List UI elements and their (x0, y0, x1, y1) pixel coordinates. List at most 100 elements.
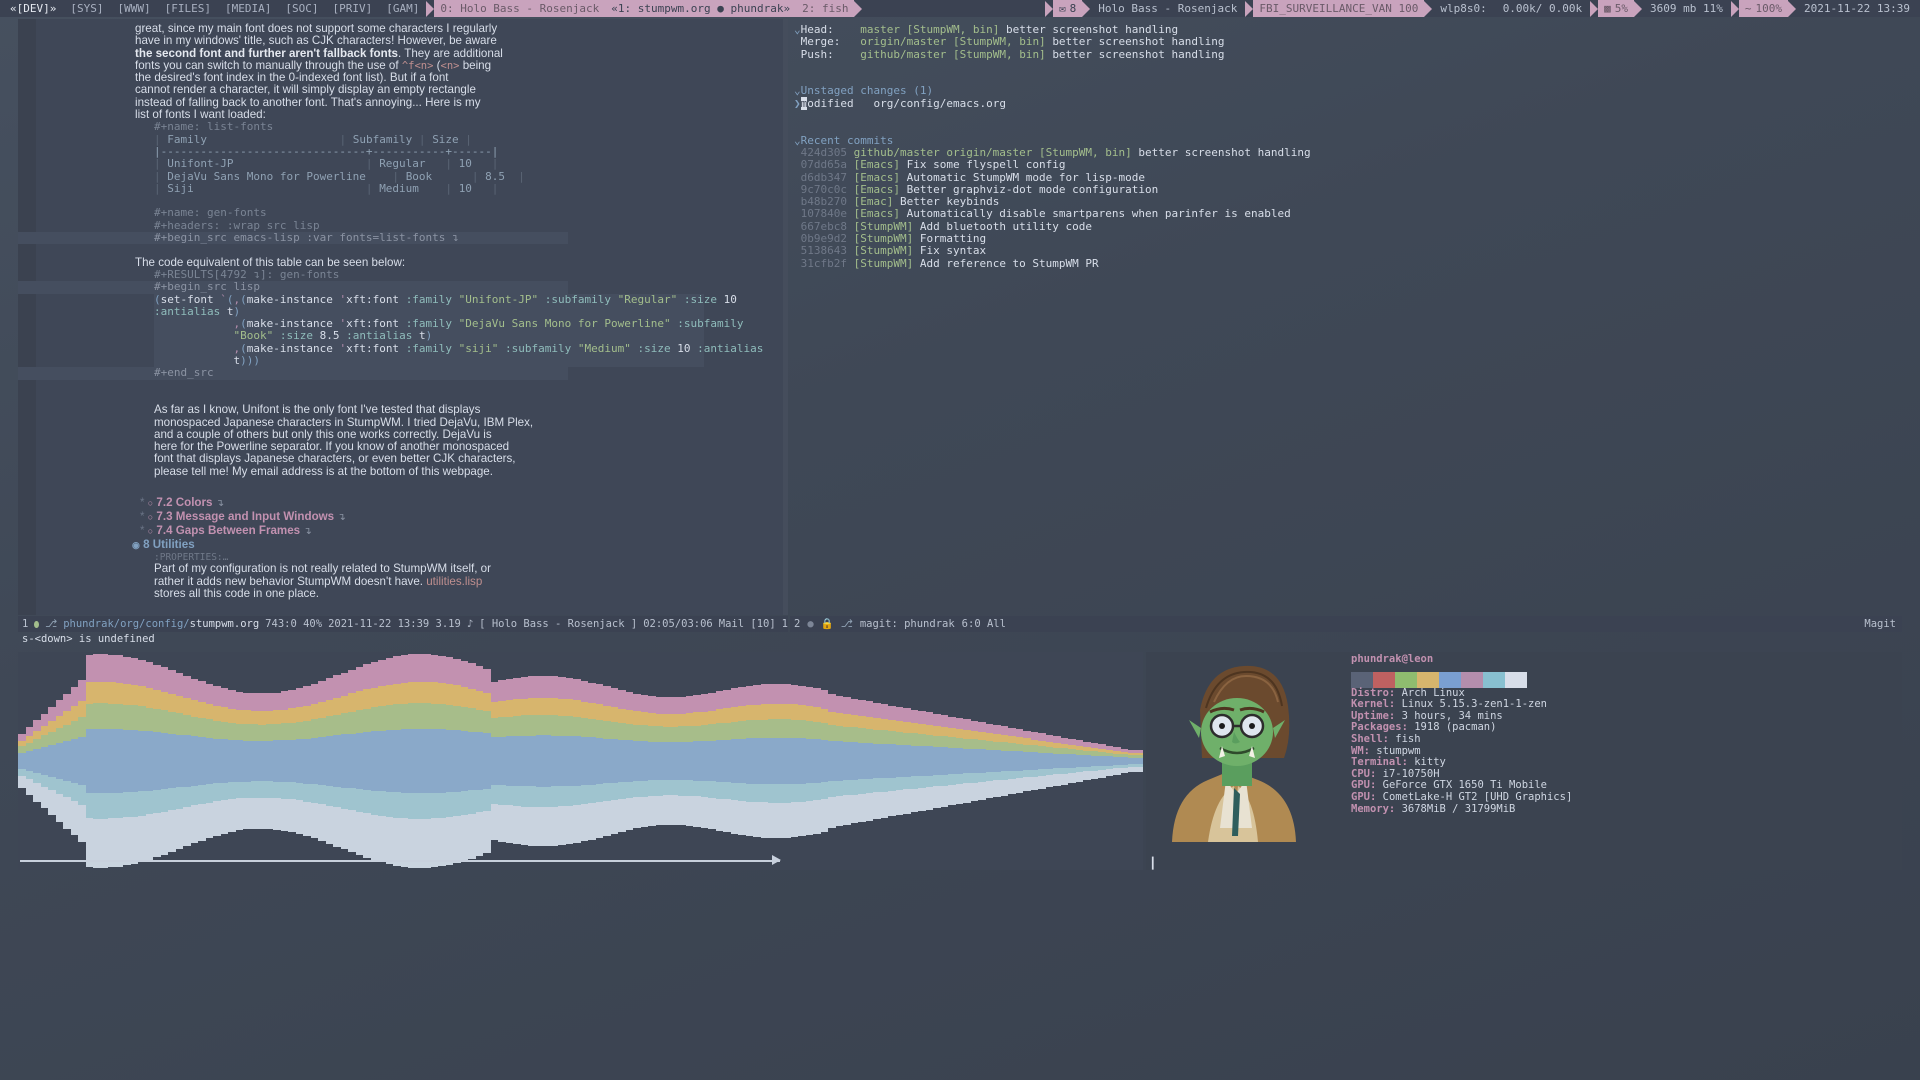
prose-line-with-link: rather it adds new behavior StumpWM does… (18, 574, 788, 588)
magit-branch[interactable]: origin/master (860, 35, 946, 48)
visualizer-bar (138, 652, 146, 870)
lisp-source-block[interactable]: (set-font `(,(make-instance 'xft:font :f… (154, 293, 763, 368)
visualizer-bar (1128, 652, 1136, 870)
org-heading-7-4-gaps[interactable]: * ○ 7.4 Gaps Between Frames ↴ (18, 524, 788, 538)
visualizer-bar (1098, 652, 1106, 870)
workspace-priv[interactable]: [PRIV] (325, 0, 379, 17)
magit-push-row[interactable]: Push: github/master [StumpWM, bin] bette… (790, 48, 1902, 61)
workspace-sys[interactable]: [SYS] (63, 0, 110, 17)
cpu-indicator[interactable]: ▩ 5% (1590, 0, 1643, 17)
neofetch-value: i7-10750H (1382, 767, 1440, 780)
org-begin-src-elisp: #+begin_src emacs-lisp :var fonts=list-f… (18, 231, 568, 245)
org-heading-7-2-colors[interactable]: * ○ 7.2 Colors ↴ (18, 496, 788, 510)
echo-area: s-<down> is undefined (22, 633, 155, 645)
workspace-dev[interactable]: «[DEV]» (3, 0, 63, 17)
stumpwm-mode-line: «[DEV]» [SYS] [WWW] [FILES] [MEDIA] [SOC… (0, 0, 1920, 17)
magit-branch[interactable]: github/master (860, 48, 946, 61)
th-family: Family (167, 132, 207, 146)
window-item-0[interactable]: 0: Holo Bass - Rosenjack (434, 0, 606, 17)
magit-status-window[interactable]: ⌄Head: master [StumpWM, bin] better scre… (790, 19, 1902, 615)
visualizer-bar (625, 652, 633, 870)
window-list[interactable]: 0: Holo Bass - Rosenjack «1: stumpwm.org… (426, 0, 863, 17)
visualizer-bar (220, 652, 228, 870)
modeline-mail[interactable]: Mail [10] (719, 616, 776, 632)
visualizer-bar (618, 652, 626, 870)
workspace-files[interactable]: [FILES] (158, 0, 218, 17)
visualizer-bar (730, 652, 738, 870)
mail-segment[interactable]: ✉ 8 (1053, 0, 1083, 17)
visualizer-bar (700, 652, 708, 870)
visualizer-bar (288, 652, 296, 870)
visualizer-bar (813, 652, 821, 870)
magit-position: 6:0 All (961, 618, 1006, 630)
commit-row[interactable]: 31cfb2f [StumpWM] Add reference to Stump… (790, 257, 1902, 270)
workspace-group-list[interactable]: «[DEV]» [SYS] [WWW] [FILES] [MEDIA] [SOC… (0, 0, 426, 17)
chevron-down-icon[interactable]: ⌄ (794, 23, 801, 36)
neofetch-key: Distro: (1351, 686, 1396, 699)
visualizer-bar (295, 652, 303, 870)
mail-indicator[interactable]: ✉ 8 (1045, 0, 1091, 17)
magit-buffer-name[interactable]: magit: phundrak (860, 616, 955, 632)
visualizer-bar (498, 652, 506, 870)
workspace-gam[interactable]: [GAM] (379, 0, 426, 17)
utilities-lisp-link[interactable]: utilities.lisp (426, 575, 482, 588)
visualizer-bar (550, 652, 558, 870)
visualizer-bar (588, 652, 596, 870)
neofetch-terminal-window[interactable]: phundrak@leon Distro: Arch Linux Kernel:… (1146, 652, 1902, 870)
visualizer-bar (828, 652, 836, 870)
workspace-media[interactable]: [MEDIA] (218, 0, 278, 17)
visualizer-bar (460, 652, 468, 870)
bold-warning: the second font and further aren't fallb… (135, 46, 398, 60)
window-item-2[interactable]: 2: fish (796, 0, 855, 17)
visualizer-bar (805, 652, 813, 870)
commit-hash: 107840e (800, 207, 847, 221)
wifi-ssid[interactable]: FBI_SURVEILLANCE_VAN 100 (1253, 0, 1425, 17)
emacs-org-window[interactable]: great, since my main font does not suppo… (18, 19, 788, 615)
chevron-down-icon[interactable]: ⌄ (794, 84, 801, 97)
section-title: Unstaged changes (1) (800, 84, 934, 98)
magit-unstaged-item[interactable]: ❯modified org/config/emacs.org (790, 96, 1902, 110)
visualizer-bar (888, 652, 896, 870)
clock: 2021-11-22 13:39 (1804, 2, 1910, 15)
commit-hash: 0b9e9d2 (800, 232, 847, 246)
visualizer-bar (85, 652, 93, 870)
visualizer-bar (1015, 652, 1023, 870)
org-heading-7-3-message[interactable]: * ○ 7.3 Message and Input Windows ↴ (18, 510, 788, 524)
visualizer-bar (640, 652, 648, 870)
cell-size: 10 (458, 181, 472, 195)
org-heading-8-utilities[interactable]: ◉ 8 Utilities (18, 538, 788, 552)
prose-seg: rather it adds new behavior StumpWM does… (154, 574, 427, 588)
cava-visualizer-window[interactable] (18, 652, 1143, 870)
commit-message: Automatically disable smartparens when p… (906, 207, 1291, 221)
commit-hash: b48b270 (800, 195, 847, 209)
wifi-indicator[interactable]: FBI_SURVEILLANCE_VAN 100 (1245, 0, 1433, 17)
visualizer-bar (1023, 652, 1031, 870)
visualizer-bar (400, 652, 408, 870)
read-only-dot-icon: ● (807, 618, 814, 630)
visualizer-bar (205, 652, 213, 870)
modeline-buffer-path[interactable]: phundrak/org/config/stumpwm.org (63, 616, 259, 632)
commit-tag: [Emacs] (853, 182, 900, 196)
window-item-1[interactable]: «1: stumpwm.org ● phundrak» (605, 0, 797, 17)
cell-family: DejaVu Sans Mono for Powerline (167, 169, 366, 183)
visualizer-bar (663, 652, 671, 870)
workspace-www[interactable]: [WWW] (110, 0, 157, 17)
visualizer-bar (1008, 652, 1016, 870)
chevron-down-icon[interactable]: ⌄ (794, 134, 801, 147)
workspace-soc[interactable]: [SOC] (278, 0, 325, 17)
chevron-right-icon[interactable]: ❯ (794, 97, 801, 110)
mail-icon: ✉ (1059, 2, 1066, 15)
modeline-track[interactable]: [ Holo Bass - Rosenjack ] (479, 616, 637, 632)
org-table[interactable]: | Family | Subfamily | Size | |---------… (18, 132, 788, 195)
magit-branch[interactable]: master (860, 23, 900, 36)
battery-segment[interactable]: ~ 100% (1738, 0, 1789, 17)
cpu-segment[interactable]: ▩ 5% (1598, 0, 1635, 17)
battery-indicator[interactable]: ~ 100% (1730, 0, 1797, 17)
visualizer-bar (130, 652, 138, 870)
scrollbar[interactable] (783, 19, 788, 615)
file-path[interactable]: org/config/emacs.org (873, 97, 1005, 110)
visualizer-bar (453, 652, 461, 870)
prose-line: instead of falling back to another font.… (135, 95, 481, 109)
